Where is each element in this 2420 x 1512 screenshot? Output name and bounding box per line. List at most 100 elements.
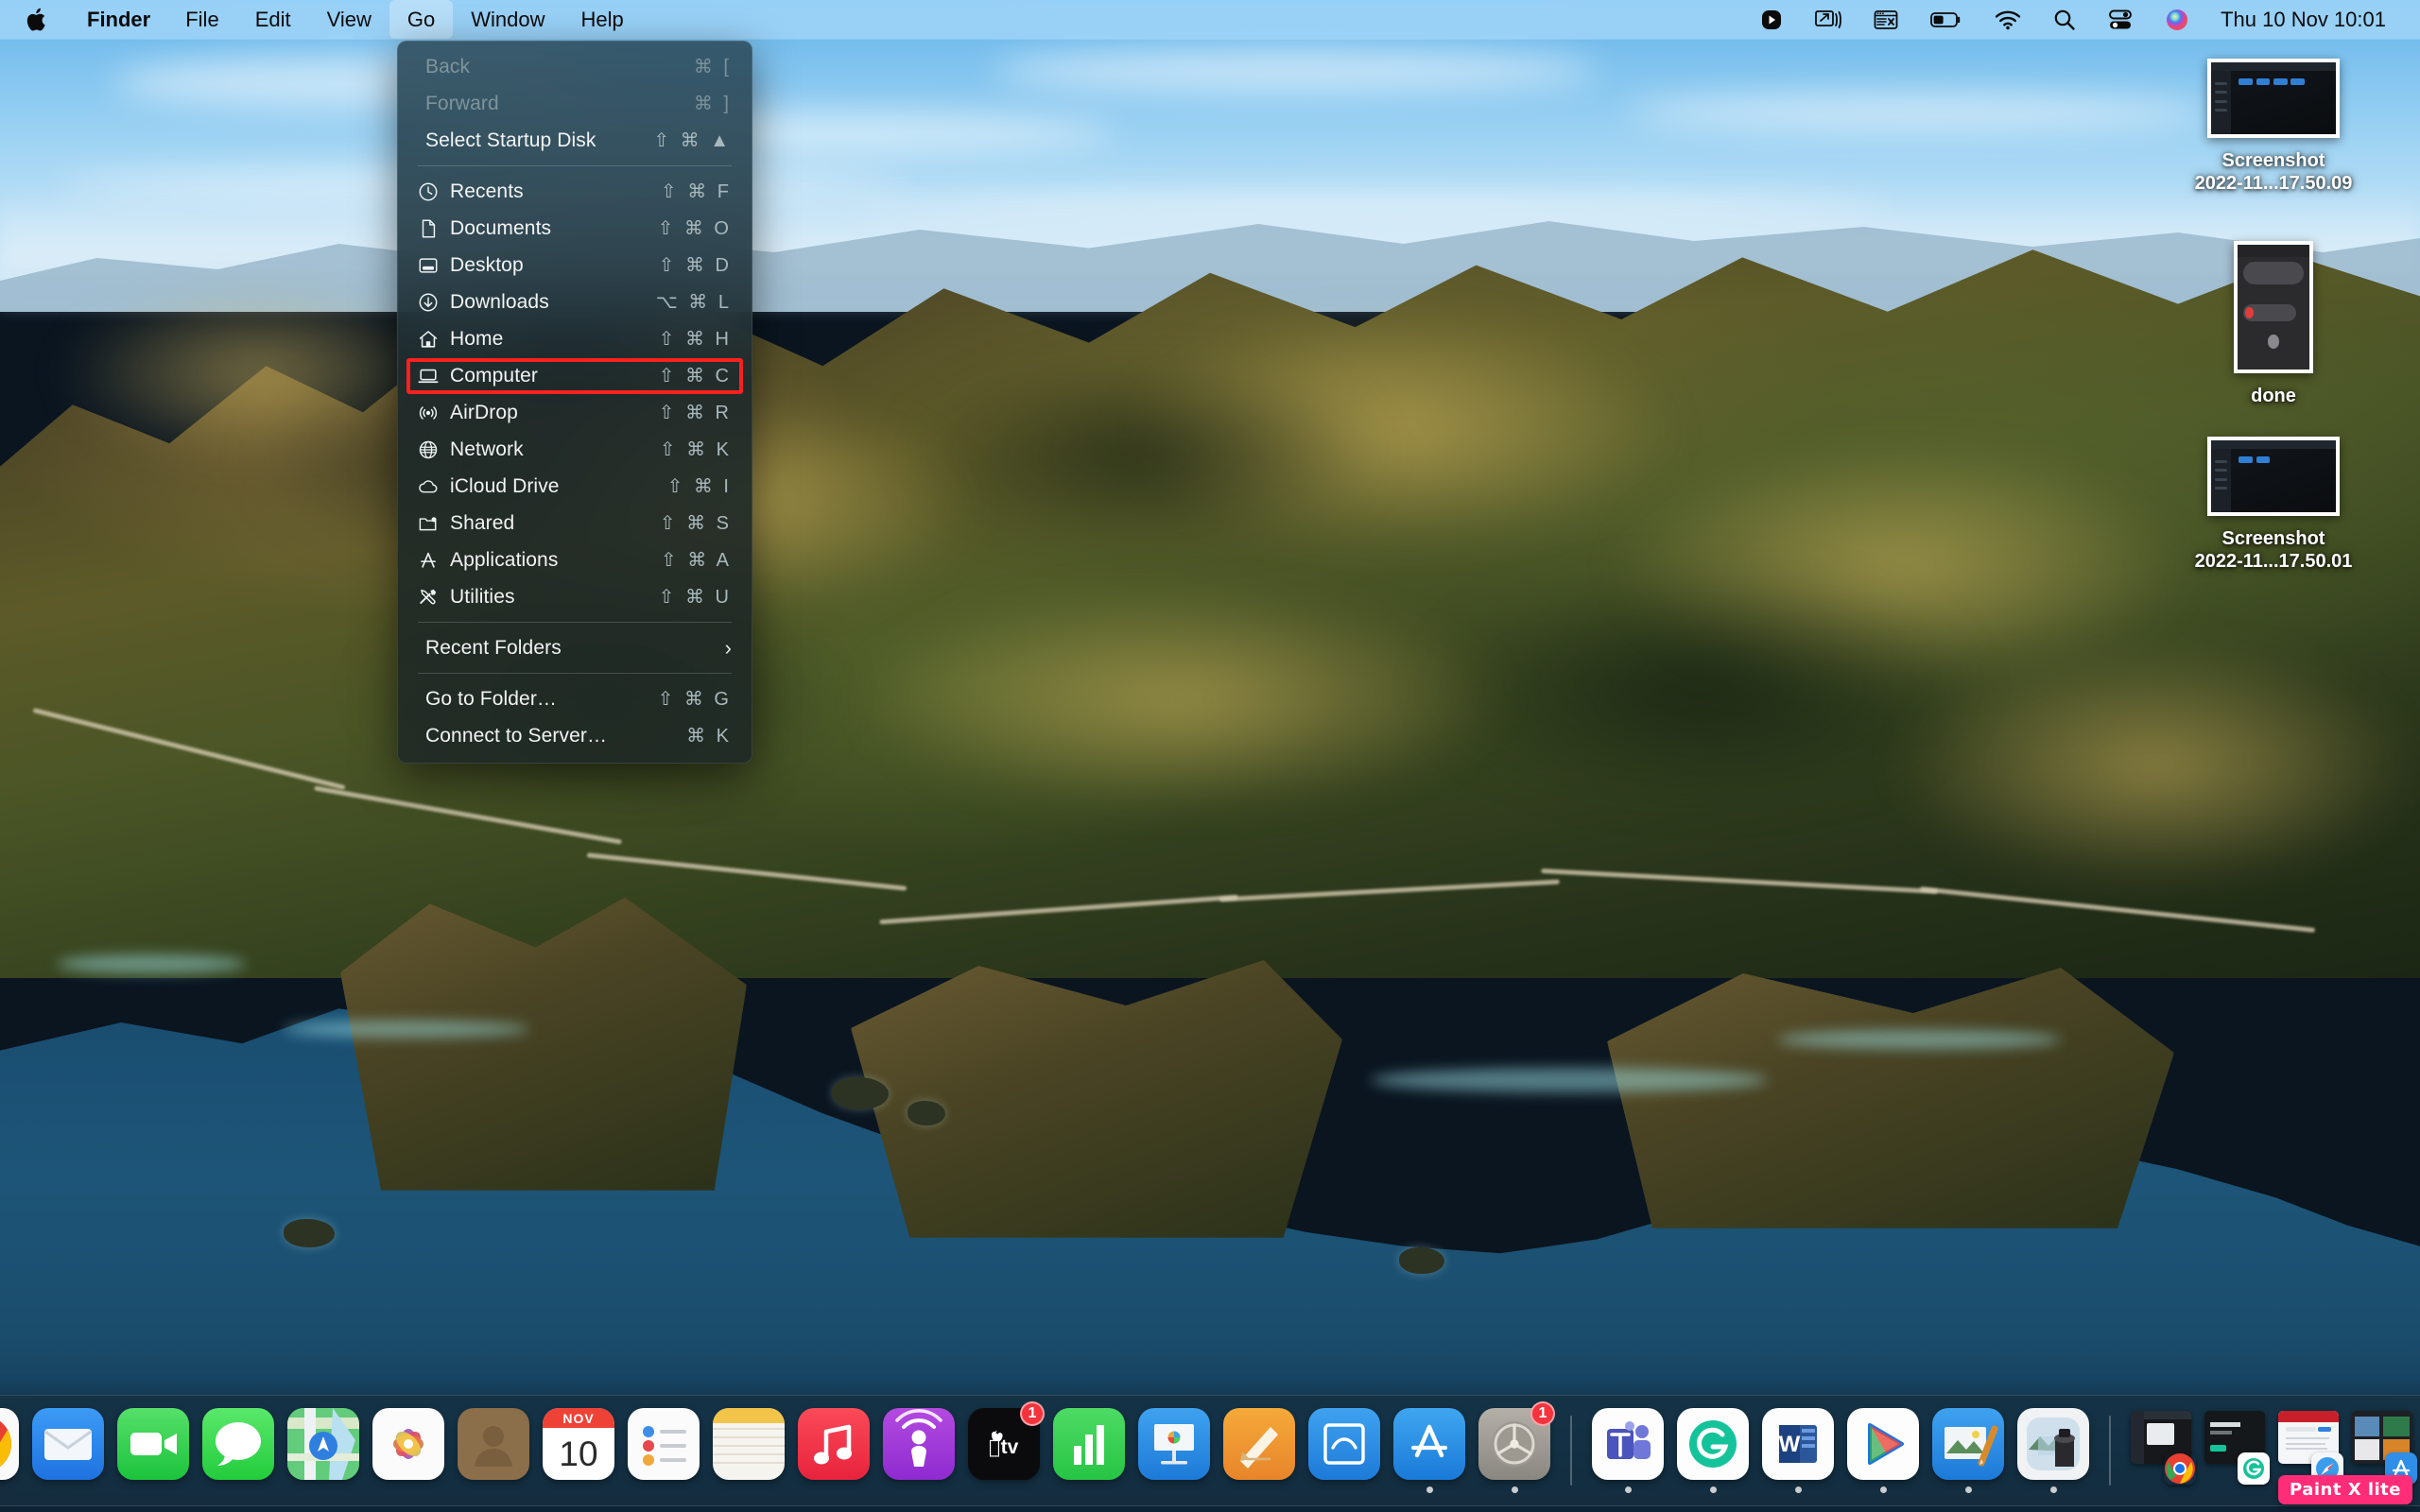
label-line-2: 2022-11...17.50.01 xyxy=(2194,551,2353,573)
siri-icon[interactable] xyxy=(2149,0,2205,39)
menu-finder-label: Finder xyxy=(87,7,151,31)
spotlight-search-icon[interactable] xyxy=(2037,0,2092,39)
wifi-icon[interactable] xyxy=(1979,0,2037,39)
dock-item-app-store[interactable] xyxy=(1391,1403,1468,1498)
dock-item-podcasts[interactable] xyxy=(880,1403,958,1498)
dock: NOV 10 1 tv xyxy=(0,1395,2420,1506)
menu-item-recents[interactable]: Recents ⇧ ⌘ F xyxy=(397,173,752,210)
google-drive-icon xyxy=(1847,1408,1919,1480)
menu-view[interactable]: View xyxy=(309,0,389,39)
dock-item-music[interactable] xyxy=(795,1403,873,1498)
menu-bar: Finder File Edit View Go Window Help Thu… xyxy=(0,0,2420,39)
dock-item-mail[interactable] xyxy=(29,1403,107,1498)
shared-folder-icon xyxy=(418,513,450,534)
dock-item-facetime[interactable] xyxy=(114,1403,192,1498)
menu-item-documents[interactable]: Documents ⇧ ⌘ O xyxy=(397,210,752,247)
menu-item-go-to-folder[interactable]: Go to Folder… ⇧ ⌘ G xyxy=(397,680,752,717)
music-icon xyxy=(798,1408,870,1480)
go-menu-dropdown[interactable]: Back ⌘ [ Forward ⌘ ] Select Startup Disk… xyxy=(397,41,752,764)
messages-icon xyxy=(202,1408,274,1480)
quicktime-play-icon[interactable] xyxy=(1744,0,1799,39)
menu-go[interactable]: Go xyxy=(389,0,454,39)
menu-item-icloud-drive[interactable]: iCloud Drive ⇧ ⌘ I xyxy=(397,468,752,505)
menu-item-utilities[interactable]: Utilities ⇧ ⌘ U xyxy=(397,578,752,615)
running-indicator xyxy=(1709,1486,1717,1493)
menu-item-label: Home xyxy=(450,327,504,350)
menu-item-label: Forward xyxy=(425,92,499,114)
podcasts-icon xyxy=(883,1408,955,1480)
menu-window[interactable]: Window xyxy=(453,0,562,39)
label-line-1: Screenshot xyxy=(2221,150,2325,171)
menu-file[interactable]: File xyxy=(167,0,236,39)
desktop-icon-done[interactable]: done xyxy=(2165,241,2382,409)
apple-logo-icon[interactable] xyxy=(0,0,70,39)
desktop-icon-thumbnail xyxy=(2207,59,2340,138)
menu-item-select-startup-disk[interactable]: Select Startup Disk ⇧ ⌘ ▲ xyxy=(397,122,752,159)
menu-item-recent-folders[interactable]: Recent Folders › xyxy=(397,629,752,666)
menu-item-shared[interactable]: Shared ⇧ ⌘ S xyxy=(397,505,752,541)
menu-item-shortcut: ⌘ K xyxy=(686,726,732,747)
menu-item-label: Desktop xyxy=(450,253,524,276)
chevron-right-icon: › xyxy=(724,635,732,660)
menu-help[interactable]: Help xyxy=(563,0,642,39)
menu-item-connect-to-server[interactable]: Connect to Server… ⌘ K xyxy=(397,717,752,754)
dock-item-tv[interactable]: 1 tv xyxy=(965,1401,1045,1498)
dock-item-preview[interactable] xyxy=(1929,1403,2007,1498)
desktop-icon xyxy=(418,255,450,276)
dock-item-freeform[interactable] xyxy=(1305,1403,1383,1498)
menu-item-label: Utilities xyxy=(450,585,515,608)
dock-item-reminders[interactable] xyxy=(625,1403,702,1498)
dock-item-photos[interactable] xyxy=(370,1403,447,1498)
menu-item-label: Back xyxy=(425,55,471,77)
notification-badge: 1 xyxy=(1020,1401,1045,1426)
label-line-1: done xyxy=(2251,386,2296,406)
menu-item-back[interactable]: Back ⌘ [ xyxy=(397,48,752,85)
menu-item-applications[interactable]: Applications ⇧ ⌘ A xyxy=(397,541,752,578)
dock-item-numbers[interactable] xyxy=(1050,1403,1128,1498)
menu-bar-clock[interactable]: Thu 10 Nov 10:01 xyxy=(2205,8,2395,32)
battery-icon[interactable] xyxy=(1914,0,1979,39)
minimized-window-grammarly[interactable] xyxy=(2202,1403,2270,1498)
menu-item-shortcut: ⇧ ⌘ I xyxy=(666,476,732,497)
appstore-icon xyxy=(1393,1408,1465,1480)
dock-item-contacts[interactable] xyxy=(455,1403,532,1498)
menu-item-shortcut: ⇧ ⌘ ▲ xyxy=(653,130,732,151)
menu-item-shortcut: ⇧ ⌘ K xyxy=(659,439,732,460)
desktop-icon-screenshot-1[interactable]: Screenshot 2022-11...17.50.09 xyxy=(2165,59,2382,198)
menu-item-airdrop[interactable]: AirDrop ⇧ ⌘ R xyxy=(397,394,752,431)
stage-manager-icon[interactable] xyxy=(1858,0,1914,39)
menu-item-home[interactable]: Home ⇧ ⌘ H xyxy=(397,320,752,357)
dock-item-teams[interactable] xyxy=(1589,1403,1667,1498)
menu-item-label: Applications xyxy=(450,548,559,571)
menu-item-network[interactable]: Network ⇧ ⌘ K xyxy=(397,431,752,468)
menu-item-desktop[interactable]: Desktop ⇧ ⌘ D xyxy=(397,247,752,284)
running-indicator xyxy=(1426,1486,1433,1493)
dock-item-chrome[interactable] xyxy=(0,1403,22,1498)
keynote-icon xyxy=(1138,1408,1210,1480)
dock-item-notes[interactable] xyxy=(710,1403,787,1498)
dock-item-google-drive[interactable] xyxy=(1844,1403,1922,1498)
desktop-wallpaper xyxy=(0,0,2420,1512)
reminders-icon xyxy=(628,1408,700,1480)
menu-item-downloads[interactable]: Downloads ⌥ ⌘ L xyxy=(397,284,752,320)
dock-item-pages[interactable] xyxy=(1220,1403,1298,1498)
menu-edit[interactable]: Edit xyxy=(237,0,309,39)
dock-item-paint-x-lite[interactable] xyxy=(2014,1403,2092,1498)
paint-x-lite-watermark: Paint X lite xyxy=(2277,1475,2412,1504)
dock-item-maps[interactable] xyxy=(285,1403,362,1498)
menu-item-label: Downloads xyxy=(450,290,549,313)
screen-mirroring-icon[interactable] xyxy=(1799,0,1858,39)
desktop-icon-screenshot-2[interactable]: Screenshot 2022-11...17.50.01 xyxy=(2165,437,2382,576)
dock-item-keynote[interactable] xyxy=(1135,1403,1213,1498)
dock-item-calendar[interactable]: NOV 10 xyxy=(540,1403,617,1498)
control-center-icon[interactable] xyxy=(2092,0,2149,39)
menu-finder[interactable]: Finder xyxy=(70,0,167,39)
notes-icon xyxy=(713,1408,785,1480)
menu-item-forward[interactable]: Forward ⌘ ] xyxy=(397,85,752,122)
dock-item-system-preferences[interactable]: 1 xyxy=(1476,1401,1555,1498)
dock-item-grammarly[interactable] xyxy=(1674,1403,1752,1498)
dock-item-word[interactable]: W xyxy=(1759,1403,1837,1498)
dock-item-messages[interactable] xyxy=(199,1403,277,1498)
menu-item-computer[interactable]: Computer ⇧ ⌘ C xyxy=(397,357,752,394)
minimized-window-chrome[interactable] xyxy=(2128,1403,2195,1498)
